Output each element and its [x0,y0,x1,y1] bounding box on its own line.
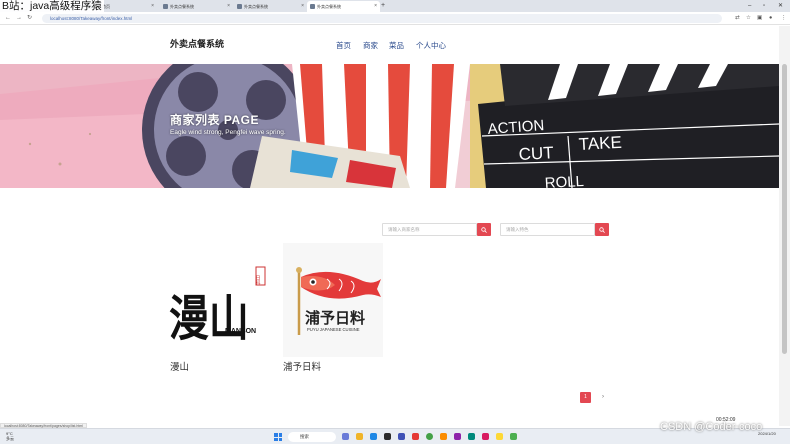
windows-start-icon[interactable] [274,433,282,441]
app-icon[interactable] [440,433,447,440]
close-icon[interactable]: × [227,1,230,12]
nav-item-profile[interactable]: 个人中心 [416,40,446,52]
banner-title: 商家列表 PAGE [170,113,259,127]
feature-search-input[interactable] [500,223,595,236]
close-icon[interactable]: × [151,1,154,12]
shop-search-button[interactable] [477,223,491,236]
app-icon[interactable] [468,433,475,440]
app-icon[interactable] [496,433,503,440]
puyu-logo: 浦予日料 PUYU JAPANESE CUISINE [296,267,381,335]
folder-icon[interactable] [356,433,363,440]
page-icon [163,4,168,9]
menu-icon[interactable]: ⋮ [781,12,787,25]
chrome-icon[interactable] [426,433,433,440]
shop-name[interactable]: 漫山 [170,359,189,373]
url-input[interactable]: localhost:8080/Takeaway/front/index.html [42,14,722,23]
shop-name[interactable]: 浦予日料 [283,359,321,373]
app-icon[interactable] [412,433,419,440]
watermark-text: B站：java高级程序猿 [0,0,104,13]
forward-icon[interactable]: → [16,12,22,25]
pagination-next-icon[interactable]: › [598,392,608,403]
feature-search-button[interactable] [595,223,609,236]
app-icon[interactable] [454,433,461,440]
close-icon[interactable]: × [301,1,304,12]
star-icon[interactable]: ☆ [746,12,751,25]
app-icon[interactable] [398,433,405,440]
site-title: 外卖点餐系统 [170,39,225,49]
page-scrollbar[interactable] [779,26,790,426]
nav-item-shops[interactable]: 商家 [363,40,378,52]
minimize-icon[interactable]: – [748,0,751,12]
logo-text: 漫山 [169,290,249,347]
weather-widget[interactable]: 9°C 多云 [6,431,14,441]
pagination-page-1[interactable]: 1 [580,392,591,403]
close-icon[interactable]: × [374,1,377,12]
new-tab-icon[interactable]: + [381,0,385,12]
shop-logo-manshan[interactable]: 漫山 MANSON 日料 [169,243,269,357]
page-icon [310,4,315,9]
browser-tab[interactable]: 外卖点餐系统 × [160,1,233,12]
app-icon[interactable] [482,433,489,440]
scrollbar-thumb[interactable] [782,64,787,354]
logo-subtext: PUYU JAPANESE CUISINE [307,327,360,332]
app-icon[interactable] [370,433,377,440]
csdn-watermark: CSDN @Coder-coco [660,421,763,433]
back-icon[interactable]: ← [5,12,11,25]
search-icon [481,226,487,233]
translate-icon[interactable]: ⇄ [735,12,740,25]
shop-card[interactable]: 漫山 MANSON 日料 [169,243,269,357]
shop-name-search-input[interactable] [382,223,477,236]
clapper-word-roll: ROLL [544,173,584,188]
nav-item-dishes[interactable]: 菜品 [389,40,404,52]
terminal-icon[interactable] [384,433,391,440]
movie-illustration: ACTION CUT TAKE ROLL [0,64,779,188]
shop-card[interactable]: 浦予日料 PUYU JAPANESE CUISINE [283,243,383,357]
logo-subtext: MANSON [225,328,256,335]
seal-text: 日料 [255,275,261,286]
maximize-icon[interactable]: ▫ [763,0,765,12]
browser-tab[interactable]: 外卖点餐系统 × [234,1,307,12]
close-window-icon[interactable]: ✕ [778,0,783,12]
extension-icon[interactable]: ▣ [757,12,762,25]
page-icon [237,4,242,9]
search-icon [599,226,605,233]
logo-text: 浦予日料 [305,309,365,327]
clapper-word-cut: CUT [518,143,554,164]
weather-desc: 多云 [6,436,14,441]
nav-item-home[interactable]: 首页 [336,40,351,52]
clapper-word-take: TAKE [578,133,622,154]
profile-icon[interactable]: ● [769,12,772,25]
app-icon[interactable] [510,433,517,440]
taskbar-search[interactable]: 搜索 [288,432,336,442]
app-icon[interactable] [342,433,349,440]
address-bar: ← → ↻ localhost:8080/Takeaway/front/inde… [0,12,790,25]
manshan-logo: 漫山 MANSON 日料 [169,266,266,347]
banner-subtitle: Eagle wind strong, Pengfei wave spring. [170,129,286,136]
shop-logo-puyu[interactable]: 浦予日料 PUYU JAPANESE CUISINE [283,243,383,357]
browser-tab-bar: 商城首页 × 外卖点餐系统 × 外卖点餐系统 × 外卖点餐系统 × + – ▫ … [0,0,790,12]
browser-tab-active[interactable]: 外卖点餐系统 × [307,1,380,12]
hero-banner: ACTION CUT TAKE ROLL [0,64,779,188]
reload-icon[interactable]: ↻ [27,12,32,25]
